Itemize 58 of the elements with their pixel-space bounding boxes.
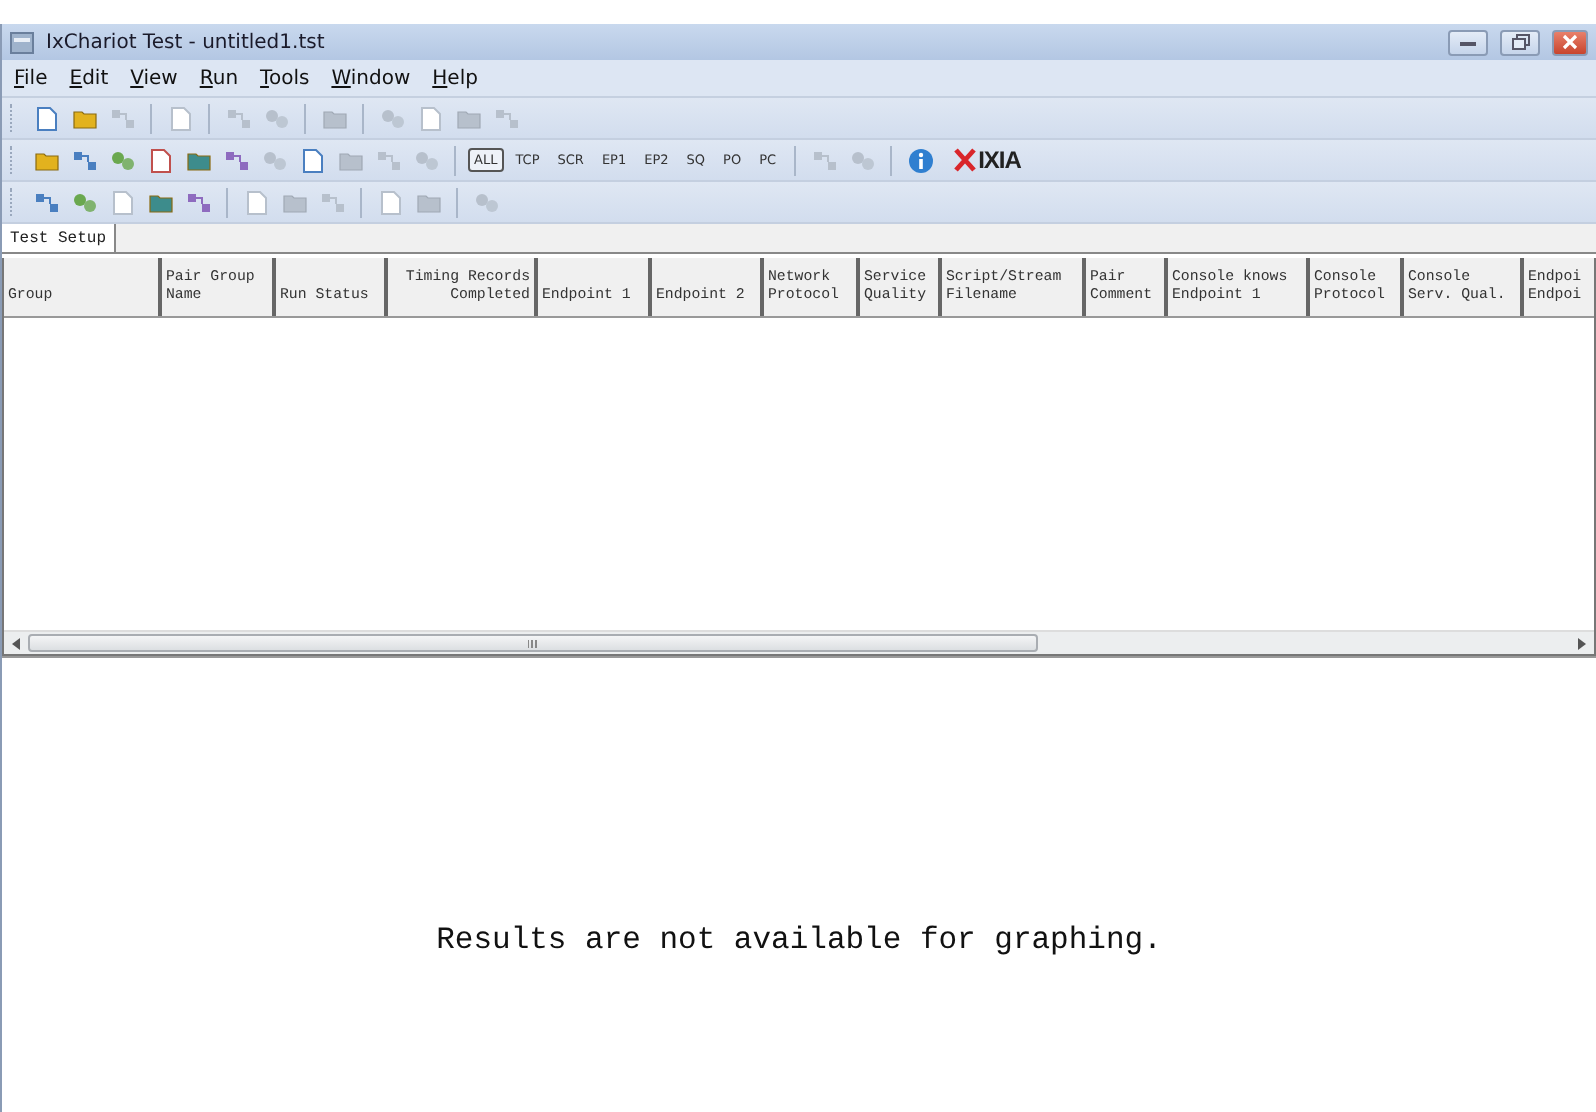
folder-icon [337,147,363,173]
document-icon [299,147,325,173]
tab[interactable]: Test Setup [2,224,117,252]
document-icon [109,189,135,215]
network-icon [375,147,401,173]
network-icon [225,105,251,131]
left-arrow-icon [12,637,20,649]
folder-icon [185,147,211,173]
scrollbar-thumb[interactable] [28,634,1038,652]
folder-icon [147,189,173,215]
document-icon [147,147,173,173]
menu-item[interactable]: Run [191,67,247,89]
folder-icon [33,147,59,173]
menu-item[interactable]: File [6,67,56,89]
pair-icon [379,105,405,131]
document-icon [167,105,193,131]
network-icon [493,105,519,131]
minimize-icon [1460,38,1476,46]
graph-message: Results are not available for graphing. [436,922,1162,962]
network-icon [811,147,838,173]
app-icon [10,31,34,53]
menu-item[interactable]: Tools [252,67,318,89]
pair-icon [261,147,287,173]
document-icon [417,105,443,131]
right-arrow-icon [1578,637,1586,649]
maximize-button[interactable] [1500,29,1540,55]
close-icon [1562,34,1578,50]
pair-icon [849,147,876,173]
menu-item[interactable]: Edit [61,67,117,89]
folder-icon [321,105,347,131]
folder-icon [281,189,307,215]
close-button[interactable] [1552,29,1588,55]
pair-icon [71,189,97,215]
network-icon [109,105,135,131]
folder-icon [415,189,441,215]
document-icon [243,189,269,215]
menu-item[interactable]: Window [323,67,419,89]
menu-item[interactable]: Help [424,67,486,89]
logo: IXIA [978,146,1021,174]
pair-icon [263,105,289,131]
folder-icon [71,105,97,131]
network-icon [319,189,345,215]
window-title: IxChariot Test - untitled1.tst [46,31,325,53]
document-icon [377,189,403,215]
network-icon [185,189,211,215]
info-button[interactable] [904,144,937,176]
pair-icon [413,147,439,173]
network-icon [71,147,97,173]
folder-icon [455,105,481,131]
network-icon [223,147,249,173]
restore-icon [1511,34,1529,50]
x-mark-icon [954,148,977,172]
minimize-button[interactable] [1448,29,1488,55]
document-icon [33,105,59,131]
menu-item[interactable]: View [122,67,186,89]
pair-icon [109,147,135,173]
pair-icon [473,189,499,215]
network-icon [33,189,59,215]
